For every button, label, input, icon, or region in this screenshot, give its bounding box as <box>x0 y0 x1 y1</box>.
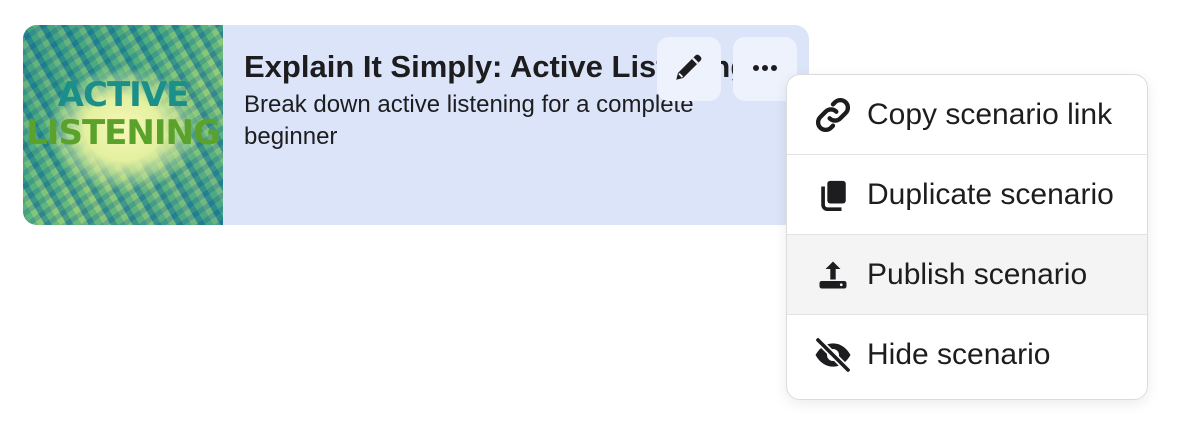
menu-item-label: Publish scenario <box>867 257 1088 291</box>
link-icon <box>811 93 855 137</box>
pencil-icon <box>672 50 706 89</box>
menu-item-copy-link[interactable]: Copy scenario link <box>787 75 1147 155</box>
menu-item-label: Hide scenario <box>867 338 1051 371</box>
eye-slash-icon <box>811 333 855 377</box>
menu-item-label: Copy scenario link <box>867 97 1113 131</box>
options-menu: Copy scenario link Duplicate scenario Pu… <box>786 74 1148 400</box>
thumbnail-word-1: ACTIVE <box>57 75 190 115</box>
upload-icon <box>811 253 855 297</box>
menu-item-duplicate[interactable]: Duplicate scenario <box>787 155 1147 235</box>
menu-item-publish[interactable]: Publish scenario <box>787 235 1147 315</box>
thumbnail-word-2: LISTENING <box>26 113 221 153</box>
stage: ACTIVE LISTENING Explain It Simply: Acti… <box>0 0 1180 436</box>
ellipsis-icon <box>751 60 779 78</box>
menu-item-hide[interactable]: Hide scenario <box>787 315 1147 395</box>
scenario-thumbnail: ACTIVE LISTENING <box>23 25 223 225</box>
copy-icon <box>811 173 855 217</box>
menu-item-label: Duplicate scenario <box>867 177 1114 211</box>
edit-button[interactable] <box>657 37 721 101</box>
